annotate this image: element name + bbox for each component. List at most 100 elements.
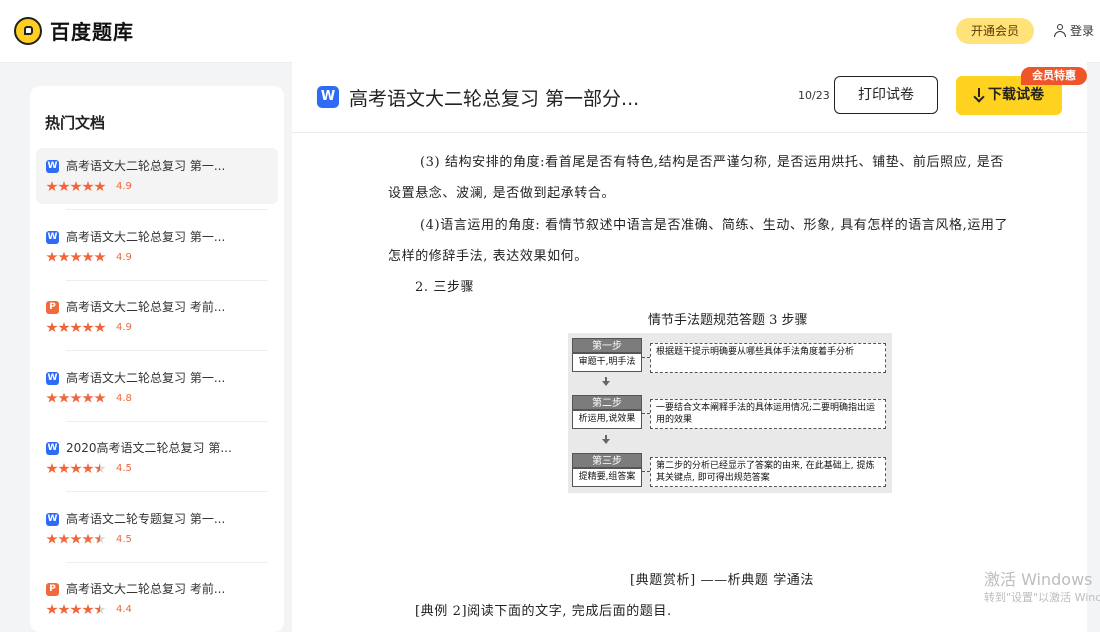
login-link[interactable]: 登录 — [1054, 22, 1094, 39]
page-count: 10/23 — [798, 89, 830, 102]
doc-item-title: 高考语文大二轮总复习 考前... — [66, 300, 226, 314]
star-icon — [82, 181, 94, 192]
sidebar-doc-item[interactable]: P 高考语文大二轮总复习 考前... 4.9 — [36, 289, 278, 351]
step-2-tag: 第二步 — [572, 395, 642, 410]
word-doc-icon: W — [46, 371, 59, 385]
sidebar-doc-item[interactable]: W 高考语文大二轮总复习 第一... 4.9 — [36, 219, 278, 281]
divider — [66, 561, 268, 563]
ppt-doc-icon: P — [46, 583, 59, 596]
sidebar-doc-item[interactable]: W 2020高考语文二轮总复习 第... 4.5 — [36, 430, 278, 492]
star-rating: 4.5 — [46, 463, 132, 474]
star-icon — [82, 533, 94, 544]
step-1-desc: 根据题干提示明确要从哪些具体手法角度着手分析 — [642, 343, 886, 373]
logo-icon — [14, 16, 42, 45]
paragraph-3-line-2: 设置悬念、波澜, 是否做到起承转合。 — [388, 186, 616, 201]
word-doc-icon: W — [317, 86, 339, 108]
star-icon — [82, 604, 94, 615]
step-3-tag: 第三步 — [572, 453, 642, 468]
word-doc-icon: W — [46, 160, 59, 173]
user-icon — [1054, 24, 1066, 37]
step-2-desc: 一要结合文本阐释手法的具体运用情况;二要明确指出运用的效果 — [642, 399, 886, 429]
figure-title: 情节手法题规范答题 3 步骤 — [648, 313, 808, 328]
star-icon — [94, 463, 106, 474]
arrow-down-icon — [601, 435, 611, 444]
document-content: (3) 结构安排的角度:看首尾是否有特色,结构是否严谨匀称, 是否运用烘托、铺垫… — [292, 133, 1087, 632]
doc-item-title: 高考语文大二轮总复习 考前... — [66, 582, 226, 596]
doc-item-title: 高考语文大二轮总复习 第一... — [66, 229, 226, 244]
star-icon — [82, 251, 94, 262]
divider — [66, 279, 268, 281]
sidebar-doc-item[interactable]: W 高考语文大二轮总复习 第一... 4.9 — [36, 148, 278, 210]
star-icon — [70, 604, 82, 615]
login-label: 登录 — [1070, 24, 1095, 38]
word-doc-icon: W — [46, 442, 59, 455]
step-1-tag: 第一步 — [572, 338, 642, 353]
divider — [66, 420, 268, 422]
star-icon — [58, 463, 70, 474]
windows-activation-hint: 转到"设置"以激活 Windows。 — [984, 591, 1100, 604]
sidebar-doc-item[interactable]: W 高考语文大二轮总复习 第一... 4.8 — [36, 360, 278, 422]
star-icon — [82, 322, 94, 333]
step-2-label: 析运用,说效果 — [572, 410, 642, 429]
star-rating: 4.9 — [46, 322, 132, 333]
star-icon — [46, 322, 58, 333]
doc-item-title: 高考语文大二轮总复习 第一... — [66, 370, 226, 385]
paragraph-4-line-2: 怎样的修辞手法, 表达效果如何。 — [388, 249, 588, 264]
star-icon — [58, 392, 70, 403]
star-icon — [46, 392, 58, 403]
star-icon — [46, 463, 58, 474]
star-icon — [58, 533, 70, 544]
star-icon — [46, 251, 58, 262]
divider — [66, 491, 268, 492]
three-steps-figure: 第一步 审题干,明手法 根据题干提示明确要从哪些具体手法角度着手分析 第二步 析… — [568, 333, 892, 493]
sidebar-doc-item[interactable]: W 高考语文二轮专题复习 第一... 4.5 — [36, 501, 278, 563]
rating-value: 4.9 — [116, 251, 132, 263]
rating-value: 4.8 — [116, 392, 132, 404]
example-intro: [典例 2]阅读下面的文字, 完成后面的题目. — [415, 604, 672, 619]
sidebar-title: 热门文档 — [45, 114, 106, 132]
rating-value: 4.9 — [116, 181, 132, 192]
rating-value: 4.5 — [116, 463, 132, 474]
rating-value: 4.9 — [116, 322, 132, 333]
word-doc-icon: W — [46, 512, 59, 526]
document-header: W 高考语文大二轮总复习 第一部分... 10/23 打印试卷 下载试卷 会员特… — [292, 62, 1087, 133]
sidebar-doc-item[interactable]: P 高考语文大二轮总复习 考前... 4.4 — [36, 571, 278, 627]
logo-text: 百度题库 — [50, 20, 134, 44]
star-rating: 4.8 — [46, 392, 132, 404]
star-icon — [82, 392, 94, 403]
step-3-label: 提精要,组答案 — [572, 468, 642, 487]
rating-value: 4.4 — [116, 604, 132, 615]
member-discount-badge: 会员特惠 — [1021, 67, 1087, 85]
doc-item-title: 高考语文大二轮总复习 第一... — [66, 159, 226, 173]
example-heading: [典题赏析] ——析典题 学通法 — [630, 573, 815, 588]
site-logo[interactable]: 百度题库 — [14, 16, 134, 45]
doc-item-title: 高考语文二轮专题复习 第一... — [66, 511, 226, 526]
divider — [66, 209, 268, 210]
star-icon — [94, 392, 106, 403]
star-icon — [82, 463, 94, 474]
star-icon — [58, 322, 70, 333]
download-label: 下载试卷 — [988, 87, 1044, 103]
word-doc-icon: W — [46, 230, 59, 244]
paragraph-4-line-1: (4)语言运用的角度: 看情节叙述中语言是否准确、简练、生动、形象, 具有怎样的… — [420, 218, 1009, 233]
star-rating: 4.5 — [46, 533, 132, 545]
divider — [66, 350, 268, 351]
arrow-down-icon — [601, 377, 611, 386]
star-icon — [70, 392, 82, 403]
open-vip-button[interactable]: 开通会员 — [956, 18, 1034, 44]
star-icon — [58, 251, 70, 262]
step-1-label: 审题干,明手法 — [572, 353, 642, 372]
star-icon — [46, 604, 58, 615]
windows-activation-watermark: 激活 Windows — [984, 570, 1093, 589]
hot-docs-sidebar: 热门文档 W 高考语文大二轮总复习 第一... 4.9 W 高考语文大二轮总复习 第一.… — [30, 86, 284, 632]
section-heading: 2. 三步骤 — [415, 280, 475, 295]
star-icon — [70, 181, 82, 192]
rating-value: 4.5 — [116, 533, 132, 545]
star-icon — [94, 251, 106, 262]
star-icon — [58, 181, 70, 192]
star-icon — [70, 463, 82, 474]
step-3-desc: 第二步的分析已经显示了答案的由来, 在此基础上, 提炼其关键点, 即可得出规范答… — [642, 457, 886, 487]
print-paper-button[interactable]: 打印试卷 — [834, 76, 938, 114]
document-title: 高考语文大二轮总复习 第一部分... — [349, 88, 640, 110]
star-icon — [94, 533, 106, 544]
